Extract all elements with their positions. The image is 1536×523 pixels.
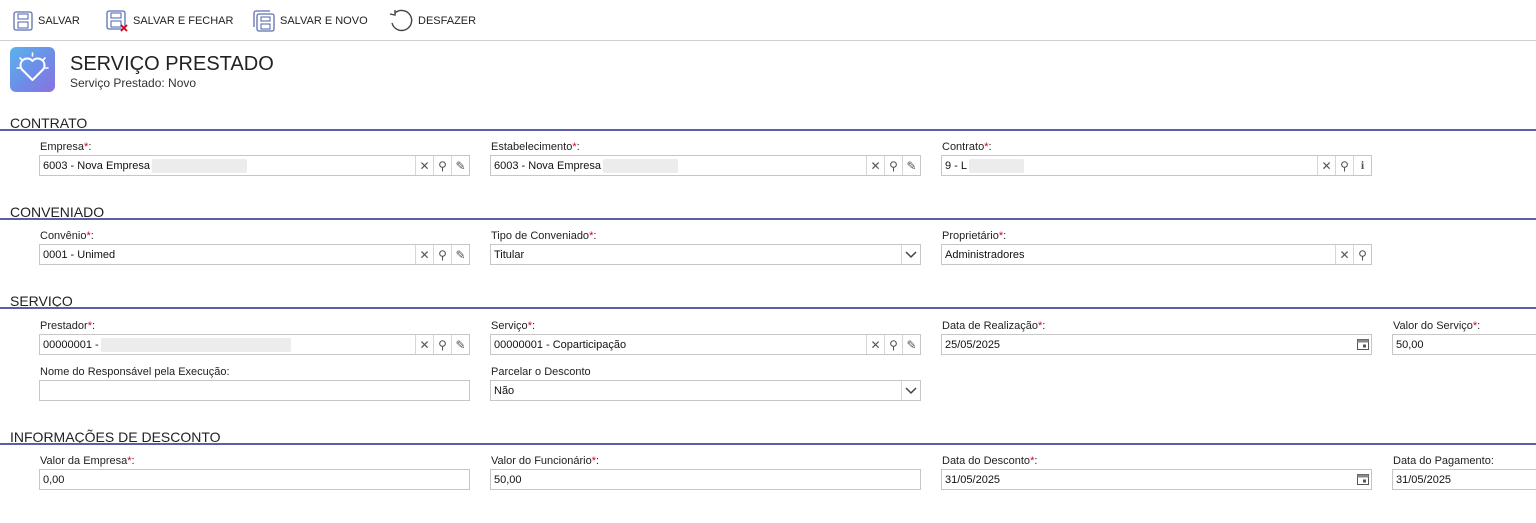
save-label: SALVAR xyxy=(38,15,80,27)
calendar-icon[interactable] xyxy=(1355,335,1371,354)
valor-funcionario-input[interactable]: 50,00 xyxy=(490,469,921,490)
contrato-label: Contrato*: xyxy=(942,141,992,153)
valor-servico-value: 50,00 xyxy=(1396,338,1424,351)
tipo-conveniado-value: Titular xyxy=(494,248,525,261)
clear-icon[interactable]: ✕ xyxy=(415,245,433,264)
data-realizacao-field[interactable]: 25/05/2025 xyxy=(941,334,1372,355)
data-desconto-value: 31/05/2025 xyxy=(945,473,1001,486)
estabelecimento-field[interactable]: 6003 - Nova Empresa ✕ ⚲ ✎ xyxy=(490,155,921,176)
proprietario-value: Administradores xyxy=(945,248,1025,261)
search-icon[interactable]: ⚲ xyxy=(433,156,451,175)
section-divider xyxy=(0,129,1536,131)
valor-empresa-label: Valor da Empresa*: xyxy=(40,455,135,467)
page-title: SERVIÇO PRESTADO xyxy=(70,53,274,75)
data-desconto-label: Data do Desconto*: xyxy=(942,455,1038,467)
parcelar-label: Parcelar o Desconto xyxy=(491,366,591,378)
save-and-close-label: SALVAR E FECHAR xyxy=(133,15,234,27)
clear-icon[interactable]: ✕ xyxy=(866,156,884,175)
parcelar-value: Não xyxy=(494,384,515,397)
parcelar-select[interactable]: Não xyxy=(490,380,921,401)
edit-icon[interactable]: ✎ xyxy=(451,335,469,354)
tipo-conveniado-select[interactable]: Titular xyxy=(490,244,921,265)
search-icon[interactable]: ⚲ xyxy=(884,156,902,175)
valor-funcionario-value: 50,00 xyxy=(494,473,522,486)
responsavel-label: Nome do Responsável pela Execução: xyxy=(40,366,230,378)
data-realizacao-value: 25/05/2025 xyxy=(945,338,1001,351)
section-divider xyxy=(0,443,1536,445)
data-desconto-field[interactable]: 31/05/2025 xyxy=(941,469,1372,490)
prestador-value: 00000001 - xyxy=(40,337,415,352)
save-icon xyxy=(13,11,33,31)
save-and-new-button[interactable]: SALVAR E NOVO xyxy=(252,9,368,33)
convenio-value: 0001 - Unimed xyxy=(43,248,116,261)
undo-label: DESFAZER xyxy=(418,15,477,27)
search-icon[interactable]: ⚲ xyxy=(433,245,451,264)
clear-icon[interactable]: ✕ xyxy=(866,335,884,354)
clear-icon[interactable]: ✕ xyxy=(1317,156,1335,175)
save-and-new-label: SALVAR E NOVO xyxy=(280,15,368,27)
contrato-field[interactable]: 9 - L ✕ ⚲ i xyxy=(941,155,1372,176)
servico-field[interactable]: 00000001 - Coparticipação ✕ ⚲ ✎ xyxy=(490,334,921,355)
search-icon[interactable]: ⚲ xyxy=(884,335,902,354)
empresa-field[interactable]: 6003 - Nova Empresa ✕ ⚲ ✎ xyxy=(39,155,470,176)
save-and-close-button[interactable]: SALVAR E FECHAR xyxy=(105,9,233,33)
data-realizacao-label: Data de Realização*: xyxy=(942,320,1046,332)
save-new-icon xyxy=(253,10,275,32)
chevron-down-icon[interactable] xyxy=(901,381,920,400)
servico-label: Serviço*: xyxy=(491,320,536,332)
valor-funcionario-label: Valor do Funcionário*: xyxy=(491,455,600,467)
heart-icon xyxy=(16,52,49,81)
empresa-value: 6003 - Nova Empresa xyxy=(40,158,415,173)
edit-icon[interactable]: ✎ xyxy=(902,156,920,175)
data-pagamento-value: 31/05/2025 xyxy=(1396,473,1452,486)
section-divider xyxy=(0,307,1536,309)
data-pagamento-label: Data do Pagamento: xyxy=(1393,455,1494,467)
proprietario-field[interactable]: Administradores ✕ ⚲ xyxy=(941,244,1372,265)
prestador-field[interactable]: 00000001 - ✕ ⚲ ✎ xyxy=(39,334,470,355)
valor-servico-field[interactable]: 50,00 xyxy=(1392,334,1536,355)
calendar-icon[interactable] xyxy=(1355,470,1371,489)
page-icon xyxy=(10,47,55,92)
contrato-value: 9 - L xyxy=(942,158,1317,173)
edit-icon[interactable]: ✎ xyxy=(451,245,469,264)
info-icon[interactable]: i xyxy=(1353,156,1371,175)
tipo-conveniado-label: Tipo de Conveniado*: xyxy=(491,230,597,242)
clear-icon[interactable]: ✕ xyxy=(415,156,433,175)
proprietario-label: Proprietário*: xyxy=(942,230,1007,242)
page-subtitle: Serviço Prestado: Novo xyxy=(70,76,197,90)
undo-button[interactable]: DESFAZER xyxy=(388,9,476,33)
section-divider xyxy=(0,218,1536,220)
save-close-icon xyxy=(106,10,128,32)
search-icon[interactable]: ⚲ xyxy=(433,335,451,354)
estabelecimento-value: 6003 - Nova Empresa xyxy=(491,158,866,173)
search-icon[interactable]: ⚲ xyxy=(1353,245,1371,264)
toolbar: SALVAR SALVAR E FECHAR SALVAR E NOVO DES… xyxy=(0,0,1536,41)
search-icon[interactable]: ⚲ xyxy=(1335,156,1353,175)
servico-value: 00000001 - Coparticipação xyxy=(494,338,627,351)
valor-empresa-input[interactable]: 0,00 xyxy=(39,469,470,490)
prestador-label: Prestador*: xyxy=(40,320,96,332)
responsavel-input[interactable] xyxy=(39,380,470,401)
clear-icon[interactable]: ✕ xyxy=(1335,245,1353,264)
estabelecimento-label: Estabelecimento*: xyxy=(491,141,580,153)
data-pagamento-field[interactable]: 31/05/2025 xyxy=(1392,469,1536,490)
convenio-field[interactable]: 0001 - Unimed ✕ ⚲ ✎ xyxy=(39,244,470,265)
clear-icon[interactable]: ✕ xyxy=(415,335,433,354)
edit-icon[interactable]: ✎ xyxy=(451,156,469,175)
empresa-label: Empresa*: xyxy=(40,141,92,153)
undo-icon xyxy=(389,9,413,32)
save-button[interactable]: SALVAR xyxy=(12,9,80,33)
convenio-label: Convênio*: xyxy=(40,230,94,242)
edit-icon[interactable]: ✎ xyxy=(902,335,920,354)
valor-empresa-value: 0,00 xyxy=(43,473,65,486)
valor-servico-label: Valor do Serviço*: xyxy=(1393,320,1481,332)
chevron-down-icon[interactable] xyxy=(901,245,920,264)
